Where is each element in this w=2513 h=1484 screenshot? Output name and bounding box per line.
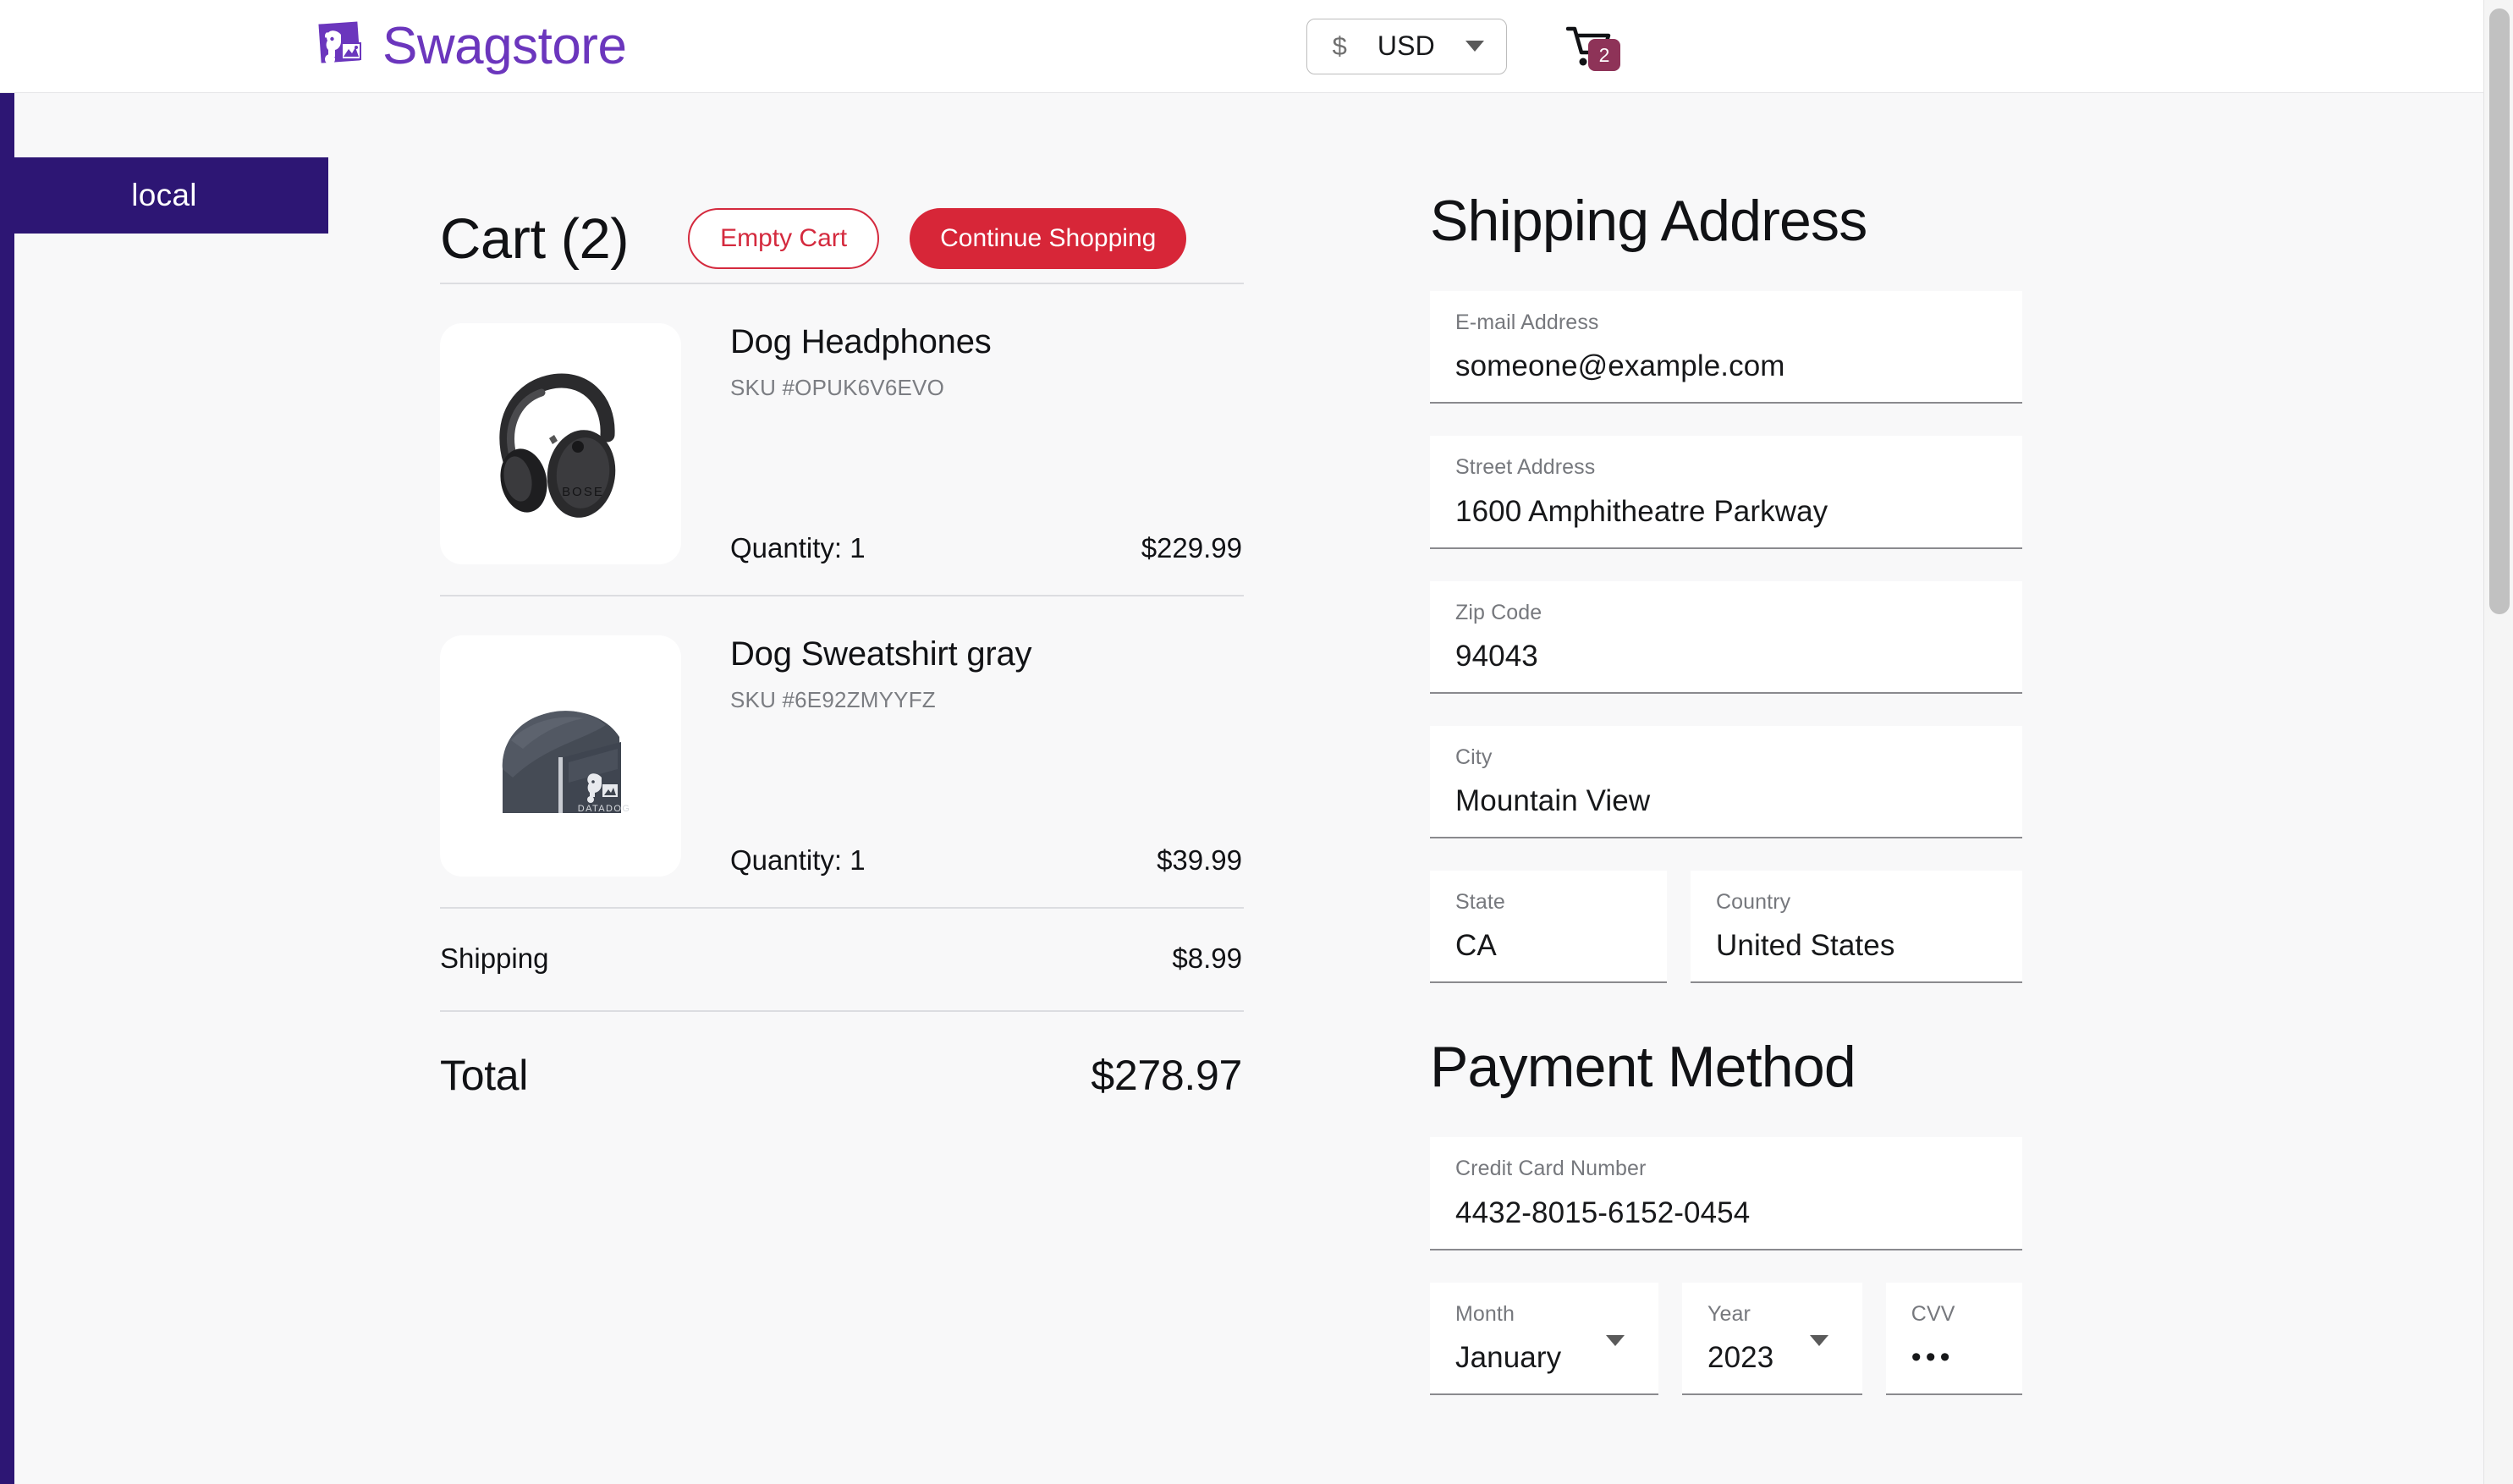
- header-right-group: $ USD 2: [1306, 18, 1620, 74]
- expiry-year-select[interactable]: Year 2023: [1682, 1282, 1862, 1395]
- cart-item-quantity: Quantity: 1: [730, 844, 866, 876]
- total-value: $278.97: [1091, 1052, 1242, 1099]
- checkout-panel: Shipping Address E-mail Address someone@…: [1430, 188, 2022, 1427]
- cvv-field[interactable]: CVV •••: [1885, 1282, 2022, 1395]
- cart-item-name: Dog Sweatshirt gray: [730, 635, 1032, 673]
- zip-code-field-value: 94043: [1455, 639, 1538, 673]
- cart-item-price: $39.99: [1157, 844, 1242, 876]
- shipping-label: Shipping: [440, 943, 549, 974]
- svg-text:BOSE: BOSE: [562, 485, 604, 499]
- chevron-down-icon: [1606, 1334, 1625, 1346]
- state-country-row: State CA Country United States: [1430, 871, 2022, 984]
- street-address-field-label: Street Address: [1455, 455, 1596, 480]
- datadog-dog-logo-icon: [318, 20, 369, 72]
- cart-button[interactable]: 2: [1566, 25, 1620, 71]
- brand-link[interactable]: Swagstore: [318, 16, 627, 75]
- state-field-value: CA: [1455, 929, 1497, 963]
- zip-code-field[interactable]: Zip Code 94043: [1430, 580, 2022, 694]
- state-field[interactable]: State CA: [1430, 871, 1667, 984]
- payment-method-heading: Payment Method: [1430, 1035, 1856, 1100]
- zip-code-field-label: Zip Code: [1455, 600, 1542, 624]
- sweatshirt-product-image[interactable]: DATADOG: [440, 635, 681, 877]
- cvv-field-value: •••: [1911, 1340, 1955, 1373]
- environment-rail: [0, 93, 14, 1484]
- expiry-month-select[interactable]: Month January: [1430, 1282, 1659, 1395]
- shipping-address-heading: Shipping Address: [1430, 189, 1867, 253]
- continue-shopping-button[interactable]: Continue Shopping: [910, 208, 1187, 269]
- cart-title: Cart (2): [440, 206, 630, 271]
- total-label: Total: [440, 1052, 529, 1099]
- cart-item-name: Dog Headphones: [730, 323, 992, 360]
- currency-selector[interactable]: $ USD: [1306, 18, 1507, 74]
- cvv-field-label: CVV: [1911, 1301, 1955, 1326]
- city-field-label: City: [1455, 745, 1493, 769]
- brand-name: Swagstore: [382, 16, 627, 75]
- cart-badge-count: 2: [1588, 38, 1620, 71]
- city-field[interactable]: City Mountain View: [1430, 725, 2022, 838]
- total-row: Total $278.97: [440, 1012, 1244, 1100]
- email-field-label: E-mail Address: [1455, 311, 1599, 334]
- currency-symbol: $: [1332, 30, 1347, 61]
- expiry-year-value: 2023: [1707, 1340, 1774, 1374]
- country-field-label: Country: [1716, 890, 1791, 914]
- state-field-label: State: [1455, 890, 1505, 914]
- expiry-year-label: Year: [1707, 1301, 1751, 1326]
- email-field[interactable]: E-mail Address someone@example.com: [1430, 291, 2022, 404]
- chevron-down-icon: [1809, 1334, 1828, 1346]
- country-field[interactable]: Country United States: [1691, 871, 2022, 984]
- environment-tab-local[interactable]: local: [0, 157, 328, 234]
- chevron-down-icon: [1465, 41, 1484, 52]
- empty-cart-button[interactable]: Empty Cart: [688, 208, 880, 269]
- cart-item-details: Dog Sweatshirt gray SKU #6E92ZMYYFZ Quan…: [730, 635, 1244, 877]
- expiry-cvv-row: Month January Year 2023 CVV •••: [1430, 1282, 2022, 1395]
- page-scrollbar-thumb[interactable]: [2489, 8, 2510, 614]
- cart-action-buttons: Empty Cart Continue Shopping: [688, 208, 1187, 269]
- svg-text:DATADOG: DATADOG: [577, 804, 630, 814]
- expiry-month-value: January: [1455, 1340, 1562, 1374]
- cart-item-price: $229.99: [1141, 532, 1242, 563]
- credit-card-number-value: 4432-8015-6152-0454: [1455, 1195, 1751, 1229]
- country-field-value: United States: [1716, 929, 1895, 963]
- headphones-product-image[interactable]: BOSE: [440, 323, 681, 564]
- main-content: Cart (2) Empty Cart Continue Shopping BO…: [0, 93, 2483, 1484]
- email-field-value: someone@example.com: [1455, 349, 1785, 383]
- credit-card-number-label: Credit Card Number: [1455, 1157, 1647, 1181]
- cart-header: Cart (2) Empty Cart Continue Shopping: [440, 195, 1244, 283]
- page-scrollbar[interactable]: [2483, 0, 2513, 1484]
- currency-code: USD: [1377, 30, 1435, 61]
- city-field-value: Mountain View: [1455, 784, 1651, 817]
- cart-item-footer: Quantity: 1 $39.99: [730, 844, 1244, 877]
- cart-panel: Cart (2) Empty Cart Continue Shopping BO…: [440, 195, 1244, 1100]
- shipping-row: Shipping $8.99: [440, 909, 1244, 1010]
- expiry-month-label: Month: [1455, 1301, 1515, 1326]
- cart-item-footer: Quantity: 1 $229.99: [730, 532, 1244, 564]
- page-viewport: Swagstore $ USD 2 local Cart (2) Empty C…: [0, 0, 2513, 1484]
- cart-item-row: BOSE Dog Headphones SKU #OPUK6V6EVO Quan…: [440, 284, 1244, 595]
- cart-item-quantity: Quantity: 1: [730, 532, 866, 563]
- cart-item-details: Dog Headphones SKU #OPUK6V6EVO Quantity:…: [730, 323, 1244, 564]
- cart-item-row: DATADOG Dog Sweatshirt gray SKU #6E92ZMY…: [440, 596, 1244, 907]
- cart-item-sku: SKU #OPUK6V6EVO: [730, 375, 944, 400]
- environment-tab-label: local: [131, 178, 197, 212]
- shipping-value: $8.99: [1172, 943, 1242, 974]
- cart-item-sku: SKU #6E92ZMYYFZ: [730, 687, 936, 712]
- credit-card-number-field[interactable]: Credit Card Number 4432-8015-6152-0454: [1430, 1137, 2022, 1250]
- street-address-field-value: 1600 Amphitheatre Parkway: [1455, 494, 1828, 528]
- street-address-field[interactable]: Street Address 1600 Amphitheatre Parkway: [1430, 436, 2022, 549]
- site-header: Swagstore $ USD 2: [0, 0, 2483, 93]
